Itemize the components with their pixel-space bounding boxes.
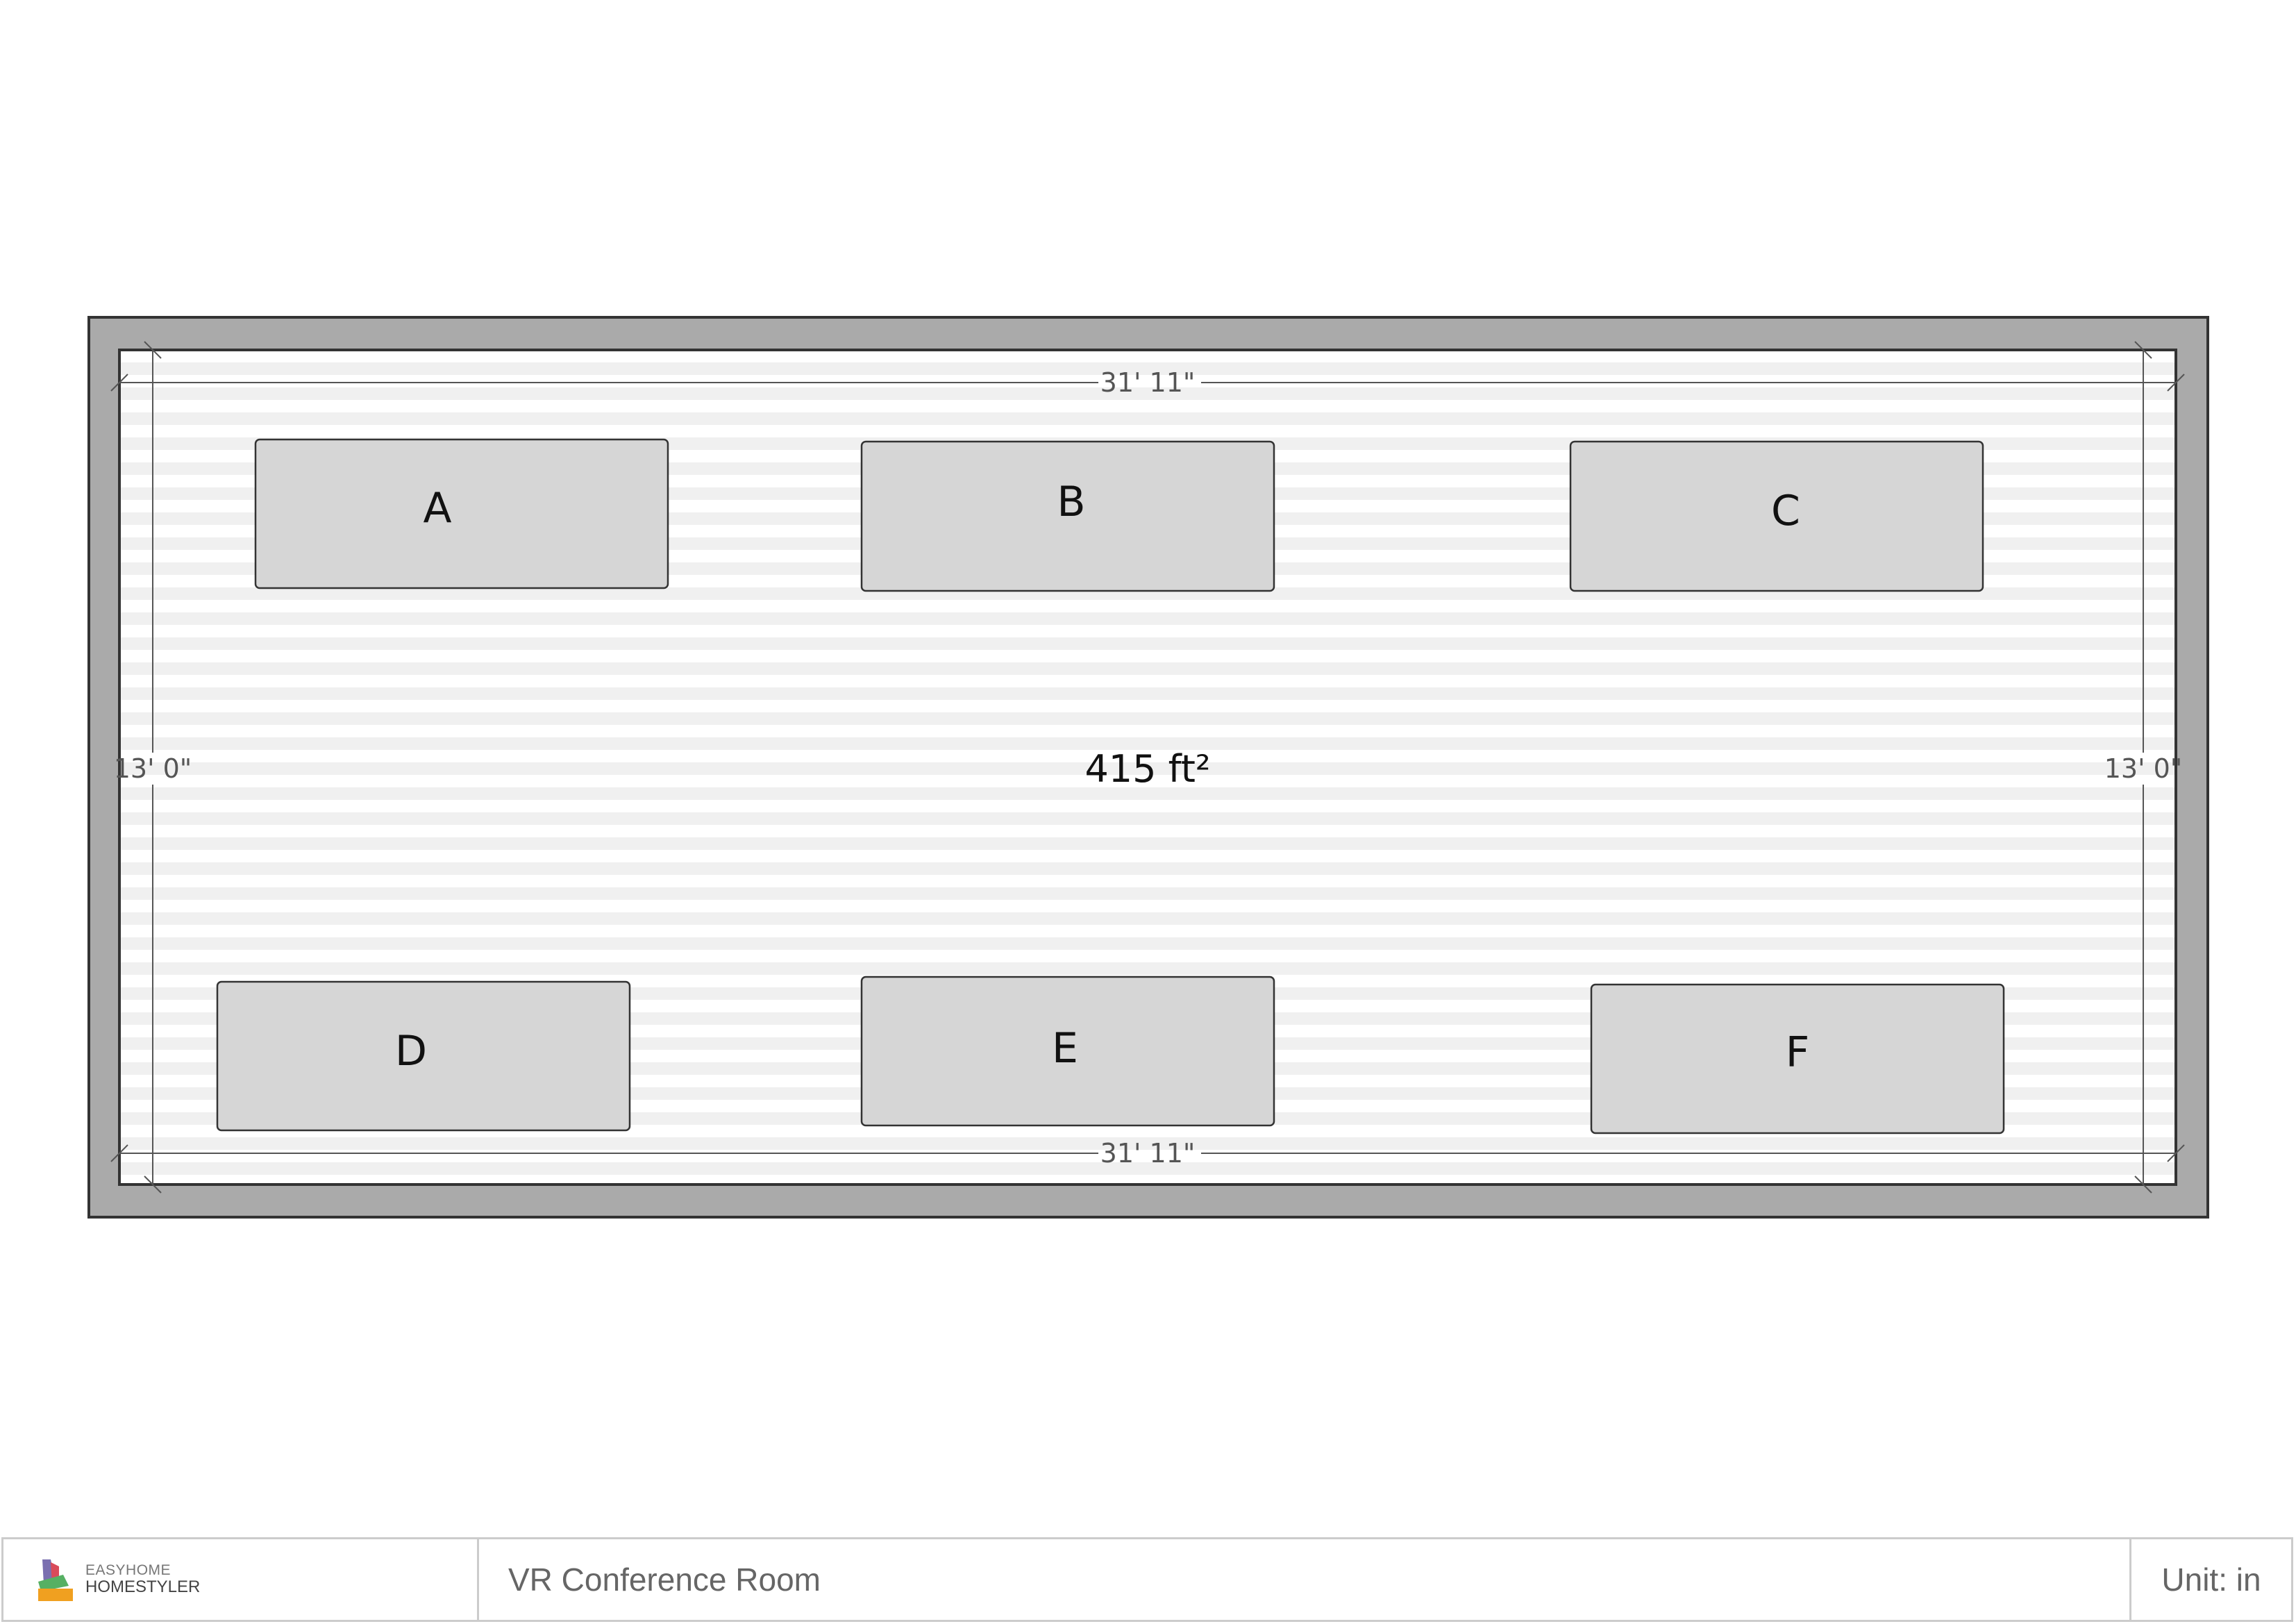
table-a[interactable]: A: [254, 438, 669, 589]
logo-brand-bottom: HOMESTYLER: [85, 1577, 201, 1597]
unit-label: Unit: in: [2161, 1562, 2261, 1598]
logo-wordmark: EASYHOME HOMESTYLER: [85, 1563, 200, 1596]
table-f-label: F: [1786, 1028, 1810, 1077]
table-d-label: D: [395, 1027, 427, 1075]
dimension-bottom-label: 31' 11": [1100, 1138, 1196, 1169]
unit-cell: Unit: in: [2131, 1539, 2291, 1620]
room-area-label: 415 ft²: [1084, 747, 1210, 791]
table-c-label: C: [1771, 487, 1800, 535]
logo-brand-top: EASYHOME: [85, 1562, 171, 1579]
homestyler-logo-icon: [38, 1559, 73, 1601]
project-name-cell: VR Conference Room: [479, 1539, 2131, 1620]
dimension-top-label: 31' 11": [1100, 367, 1196, 398]
dimension-left-label: 13' 0": [114, 753, 192, 784]
table-b-label: B: [1057, 478, 1085, 526]
table-a-surface[interactable]: [254, 438, 669, 589]
floor-plan: 31' 11" 31' 11" 13' 0" 13' 0" 415 ft² A …: [87, 316, 2209, 1219]
dimension-right-label: 13' 0": [2104, 753, 2183, 784]
logo-cell: EASYHOME HOMESTYLER: [3, 1539, 479, 1620]
title-block: EASYHOME HOMESTYLER VR Conference Room U…: [1, 1537, 2293, 1622]
table-a-label: A: [423, 484, 451, 533]
table-d[interactable]: D: [216, 980, 631, 1132]
table-c[interactable]: C: [1569, 440, 1984, 592]
table-e[interactable]: E: [860, 976, 1275, 1127]
project-name: VR Conference Room: [508, 1562, 821, 1598]
table-f[interactable]: F: [1590, 983, 2005, 1135]
table-b[interactable]: B: [860, 440, 1275, 592]
table-e-label: E: [1052, 1024, 1078, 1073]
